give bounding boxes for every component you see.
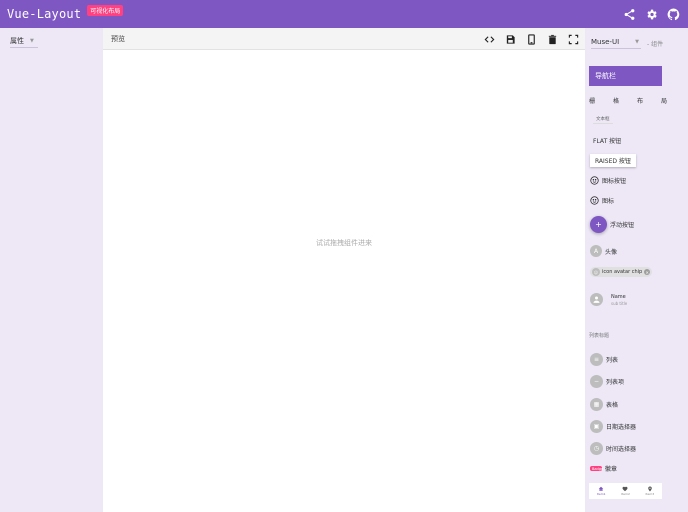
- preview-title: 预览: [111, 34, 125, 43]
- component-table-label: 表格: [606, 402, 619, 409]
- component-list-item-avatar[interactable]: Name sub title: [590, 293, 627, 306]
- calendar-icon: ▣: [590, 420, 603, 433]
- component-fab-label: 浮动按钮: [610, 222, 635, 229]
- smile-icon: [590, 196, 599, 205]
- bottom-nav-label: Item3: [645, 492, 655, 496]
- property-select-value: 属性: [10, 36, 24, 45]
- library-suffix: - 组件: [647, 41, 664, 48]
- component-date-picker-label: 日期选择器: [606, 424, 637, 431]
- list-icon: ≡: [590, 353, 603, 366]
- component-raised-button[interactable]: RAISED 按钮: [590, 154, 636, 167]
- close-icon: ✕: [644, 269, 651, 275]
- chip-avatar-icon: ☺: [592, 268, 600, 276]
- grid-cell: 布: [636, 98, 643, 105]
- library-select-value: Muse-UI: [591, 37, 620, 46]
- preview-panel: 预览 试试拖拽组件进来: [103, 28, 585, 512]
- share-icon[interactable]: [623, 8, 636, 21]
- save-icon[interactable]: [504, 33, 516, 45]
- bottom-nav-label: Item1: [596, 492, 606, 496]
- phone-icon[interactable]: [525, 33, 537, 45]
- component-icon-button[interactable]: 图标按钮: [590, 176, 626, 185]
- settings-icon[interactable]: [645, 8, 658, 21]
- list-item-subtitle: sub title: [611, 300, 628, 306]
- grid-cell: 栅: [589, 98, 596, 105]
- library-select[interactable]: Muse-UI ▼: [591, 35, 641, 49]
- component-grid[interactable]: 栅 格 布 局: [589, 96, 667, 105]
- preview-header: 预览: [103, 28, 585, 50]
- component-list[interactable]: ≡ 列表: [590, 353, 618, 366]
- component-badge-label: 徽章: [605, 466, 618, 473]
- smile-icon: [590, 176, 599, 185]
- bottom-nav-item: Item3: [645, 486, 654, 496]
- components-panel: Muse-UI ▼ - 组件 导航栏 栅 格 布 局 文本框 FLAT 按钮 R…: [585, 28, 688, 512]
- preview-hint: 试试拖拽组件进来: [316, 239, 372, 247]
- bottom-nav-item: Item1: [597, 486, 606, 496]
- avatar: A: [590, 245, 602, 257]
- minus-icon: −: [590, 375, 603, 388]
- property-select[interactable]: 属性 ▼: [10, 34, 38, 48]
- component-list-item[interactable]: − 列表项: [590, 375, 624, 388]
- app-bar: Vue-Layout 可视化布局: [0, 0, 688, 28]
- component-icon-button-label: 图标按钮: [602, 178, 627, 185]
- component-navbar-label: 导航栏: [595, 72, 616, 80]
- fullscreen-icon[interactable]: [567, 33, 579, 45]
- chip: ☺ icon avatar chip ✕: [590, 267, 653, 277]
- plus-icon: +: [590, 216, 607, 233]
- grid-cell: 局: [660, 98, 667, 105]
- component-list-item-label: 列表项: [606, 379, 625, 386]
- component-avatar-label: 头像: [605, 248, 618, 256]
- list-item-name: Name: [611, 293, 626, 300]
- table-icon: ▦: [590, 398, 603, 411]
- component-fab[interactable]: + 浮动按钮: [590, 216, 634, 233]
- component-list-header[interactable]: 列表标题: [589, 332, 609, 339]
- app-title: Vue-Layout: [7, 7, 82, 21]
- person-icon: [590, 293, 603, 306]
- component-icon-label: 图标: [602, 198, 615, 205]
- properties-panel: 属性 ▼: [0, 28, 103, 512]
- component-table[interactable]: ▦ 表格: [590, 398, 618, 411]
- grid-cell: 格: [612, 98, 619, 105]
- component-chip[interactable]: ☺ icon avatar chip ✕: [590, 267, 653, 277]
- github-icon[interactable]: [667, 8, 680, 21]
- component-navbar[interactable]: 导航栏: [589, 66, 662, 86]
- chevron-down-icon: ▼: [635, 38, 639, 45]
- preview-toolbar: [483, 28, 579, 50]
- chevron-down-icon: ▼: [30, 37, 34, 44]
- app-actions: [623, 0, 680, 28]
- component-bottom-nav[interactable]: Item1 Item2 Item3: [589, 483, 662, 499]
- bottom-nav-item: Item2: [621, 486, 630, 496]
- component-icon[interactable]: 图标: [590, 196, 614, 205]
- clock-icon: ◷: [590, 442, 603, 455]
- component-date-picker[interactable]: ▣ 日期选择器: [590, 420, 636, 433]
- component-badge[interactable]: Badge 徽章: [590, 464, 617, 473]
- component-time-picker-label: 时间选择器: [606, 446, 637, 453]
- component-avatar[interactable]: A 头像: [590, 245, 617, 257]
- component-text-field[interactable]: 文本框: [593, 115, 613, 124]
- component-flat-button[interactable]: FLAT 按钮: [593, 136, 621, 145]
- delete-icon[interactable]: [546, 33, 558, 45]
- app-badge: 可视化布局: [87, 4, 124, 16]
- badge-pill: Badge: [590, 466, 604, 471]
- code-icon[interactable]: [483, 33, 495, 45]
- bottom-nav-label: Item2: [621, 492, 630, 496]
- component-list-label: 列表: [606, 357, 619, 364]
- list-item-text: Name sub title: [611, 294, 627, 306]
- component-time-picker[interactable]: ◷ 时间选择器: [590, 442, 636, 455]
- chip-label: icon avatar chip: [602, 269, 643, 275]
